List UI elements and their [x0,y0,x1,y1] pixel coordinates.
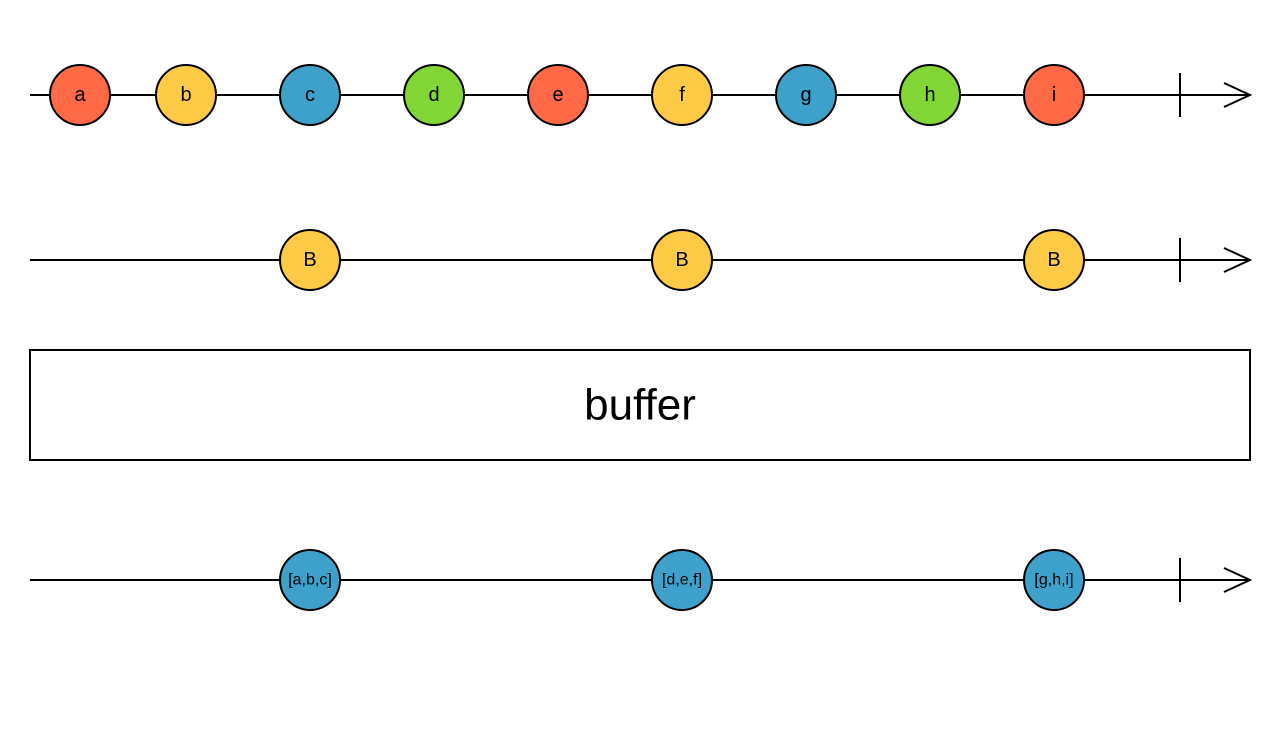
marble-label: h [924,84,935,106]
operator-box: buffer [30,350,1250,460]
timeline-source: a b c d e f g h i [30,65,1250,125]
marble-label: [d,e,f] [662,572,702,589]
operator-label: buffer [584,381,696,430]
marble-label: f [679,84,685,106]
marble-output-1: [d,e,f] [652,550,712,610]
marble-label: [g,h,i] [1034,572,1073,589]
marble-label: e [552,84,563,106]
marble-label: a [74,84,86,106]
marble-diagram: a b c d e f g h i B B B [a,b,c] [d,e,f] [g,h,i] buffer [0,0,1280,740]
marble-source-4: e [528,65,588,125]
marble-source-0: a [50,65,110,125]
marble-label: d [428,84,439,106]
marble-source-3: d [404,65,464,125]
marble-source-6: g [776,65,836,125]
marble-source-7: h [900,65,960,125]
marble-closingNotifier-2: B [1024,230,1084,290]
marble-source-8: i [1024,65,1084,125]
timeline-output: [a,b,c] [d,e,f] [g,h,i] [30,550,1250,610]
marble-label: i [1052,84,1056,106]
marble-closingNotifier-0: B [280,230,340,290]
timeline-closingNotifier: BBB [30,230,1250,290]
marble-output-2: [g,h,i] [1024,550,1084,610]
marble-label: g [800,84,811,106]
marble-source-1: b [156,65,216,125]
marble-output-0: [a,b,c] [280,550,340,610]
marble-source-2: c [280,65,340,125]
marble-label: B [675,249,688,271]
marble-closingNotifier-1: B [652,230,712,290]
marble-label: [a,b,c] [288,572,332,589]
marble-label: c [305,84,315,106]
marble-label: b [180,84,191,106]
marble-label: B [1047,249,1060,271]
marble-source-5: f [652,65,712,125]
marble-label: B [303,249,316,271]
